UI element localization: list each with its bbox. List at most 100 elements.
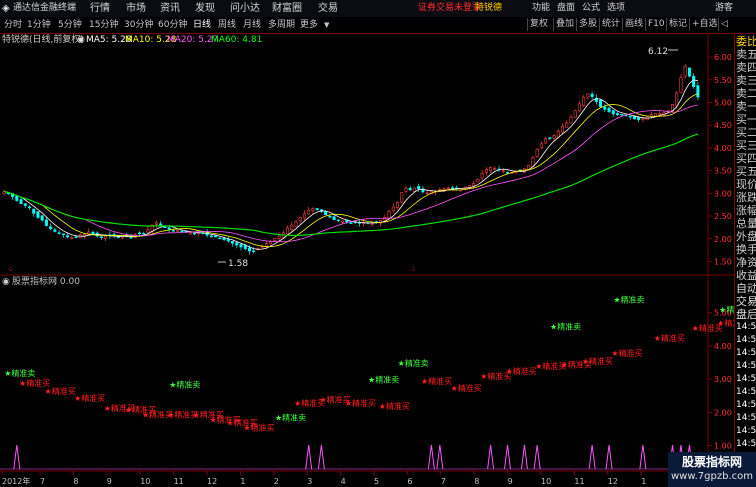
period-1min[interactable]: 1分钟 [27, 17, 51, 33]
btn-f10[interactable]: F10 [645, 18, 667, 31]
candle-body [226, 239, 230, 242]
candle-body [61, 233, 65, 235]
candle-body [582, 96, 586, 106]
menu-shichang[interactable]: 市场 [126, 0, 146, 17]
candle-body [341, 220, 345, 223]
candle-body [603, 106, 607, 110]
candle-body [616, 113, 620, 116]
btn-fuquan[interactable]: 复权 [527, 18, 550, 31]
candle-body [146, 229, 150, 233]
period-monthly[interactable]: 月线 [243, 17, 261, 33]
candle-body [70, 237, 74, 239]
candle-body [66, 235, 70, 238]
candle-body [269, 241, 273, 245]
price-tick-label: 2.50 [714, 212, 732, 221]
menu-jiaoyi[interactable]: 交易 [318, 0, 338, 17]
period-30min[interactable]: 30分钟 [124, 17, 153, 33]
period-fenshi[interactable]: 分时 [4, 17, 22, 33]
period-60min[interactable]: 60分钟 [158, 17, 187, 33]
menu-panmian[interactable]: 盘面 [557, 0, 575, 17]
indicator-tick-label: 4.00 [714, 342, 732, 351]
quote-field-label: 卖三 [736, 74, 756, 87]
split-marker-2: ⁘ [410, 265, 417, 274]
price-annotations: 6.12 1.58 ⁘ ⁘ [7, 47, 678, 274]
quote-field-label: 涨跌 [736, 191, 756, 204]
candle-body [577, 103, 581, 112]
more-dropdown-icon[interactable]: ▼ [324, 17, 329, 33]
menu-hangqing[interactable]: 行情 [90, 0, 110, 17]
menu-zixun[interactable]: 资讯 [160, 0, 180, 17]
candle-body [501, 170, 505, 172]
candle-body [387, 211, 391, 219]
candle-body [683, 65, 687, 77]
spike-mark [305, 444, 313, 470]
quote-field-label: 净资 [736, 256, 756, 269]
candle-body [675, 92, 679, 107]
quote-field-label: 交易 [736, 295, 756, 308]
btn-diejia[interactable]: 叠加 [553, 18, 576, 31]
btn-huaxian[interactable]: 画线 [622, 18, 645, 31]
candle-body [696, 85, 700, 98]
candle-body [180, 230, 184, 233]
price-axis: 6.00 5.50 5.00 4.50 4.00 3.50 3.00 2.50 2.00 1.50 [708, 53, 732, 266]
quote-field-label: 买三 [736, 139, 756, 152]
candle-body [417, 186, 421, 190]
period-15min[interactable]: 15分钟 [89, 17, 118, 33]
quote-field-label: 现价 [736, 178, 756, 191]
quote-field-label: 14:5 [736, 322, 756, 332]
menu-gongneng[interactable]: 功能 [532, 0, 550, 17]
candle-body [243, 245, 247, 250]
btn-tongji[interactable]: 统计 [599, 18, 622, 31]
period-weekly[interactable]: 周线 [218, 17, 236, 33]
period-more[interactable]: 更多 [300, 17, 318, 33]
candle-body [552, 135, 556, 139]
quote-field-label: 买五 [736, 165, 756, 178]
quote-side-panel: 委比 卖五 卖四 卖三 卖二 卖一 买一 买二 买三 买四 买五 现价 涨跌 涨幅 总量 外盘 换手 净资 收益自… [734, 34, 756, 487]
indicator-tick-label: 1.00 [714, 442, 732, 451]
candle-body [484, 168, 488, 173]
buy-signal: ★精准买 [451, 383, 482, 393]
period-daily[interactable]: 日线 [193, 17, 211, 33]
candle-body [599, 99, 603, 107]
spike-mark [427, 444, 435, 470]
candle-body [273, 237, 277, 241]
btn-duogu[interactable]: 多股 [576, 18, 599, 31]
buy-signal: ★精准买 [506, 366, 537, 376]
menu-caifuquan[interactable]: 财富圈 [272, 0, 302, 17]
candle-body [586, 93, 590, 98]
period-5min[interactable]: 5分钟 [58, 17, 82, 33]
watermark-url: www.7gpzb.com [671, 471, 753, 482]
btn-add-watchlist[interactable]: +自选 [689, 18, 720, 31]
candle-body [264, 243, 268, 247]
candle-body [239, 244, 243, 248]
candle-body [222, 238, 226, 240]
menu-wenxiaoda[interactable]: 问小达 [230, 0, 260, 17]
period-multi[interactable]: 多周期 [268, 17, 295, 33]
candle-body [535, 148, 539, 157]
back-icon[interactable]: ◁ [718, 18, 730, 31]
candle-body [99, 236, 103, 238]
candle-body [154, 222, 158, 225]
btn-biaoji[interactable]: 标记 [666, 18, 689, 31]
guest-login[interactable]: 游客 [715, 0, 733, 17]
watermark: 股票指标网 www.7gpzb.com [668, 452, 756, 487]
candle-body [641, 118, 645, 120]
candle-body [298, 217, 302, 222]
quote-field-label: 买一 [736, 113, 756, 126]
login-status[interactable]: 证券交易未登录 [418, 0, 481, 17]
candle-body [569, 116, 573, 124]
indicator-settings-icon[interactable]: ◉ [2, 276, 10, 288]
chart-area[interactable]: 6.00 5.50 5.00 4.50 4.00 3.50 3.00 2.50 2.00 1.50… [0, 34, 734, 487]
menu-faxian[interactable]: 发现 [195, 0, 215, 17]
sell-signal: ★精准卖 [613, 295, 644, 305]
date-tick-label: 3 [307, 477, 312, 486]
quote-field-label: 14:5 [736, 400, 756, 410]
indicator-tick-label: 3.00 [714, 375, 732, 384]
buy-signal: ★精准买 [345, 398, 376, 408]
candle-body [539, 143, 543, 149]
candle-body [277, 235, 281, 239]
quote-field-label: 卖二 [736, 87, 756, 100]
menu-gongshi[interactable]: 公式 [582, 0, 600, 17]
menu-xuanxiang[interactable]: 选项 [607, 0, 625, 17]
spike-mark [533, 444, 541, 470]
